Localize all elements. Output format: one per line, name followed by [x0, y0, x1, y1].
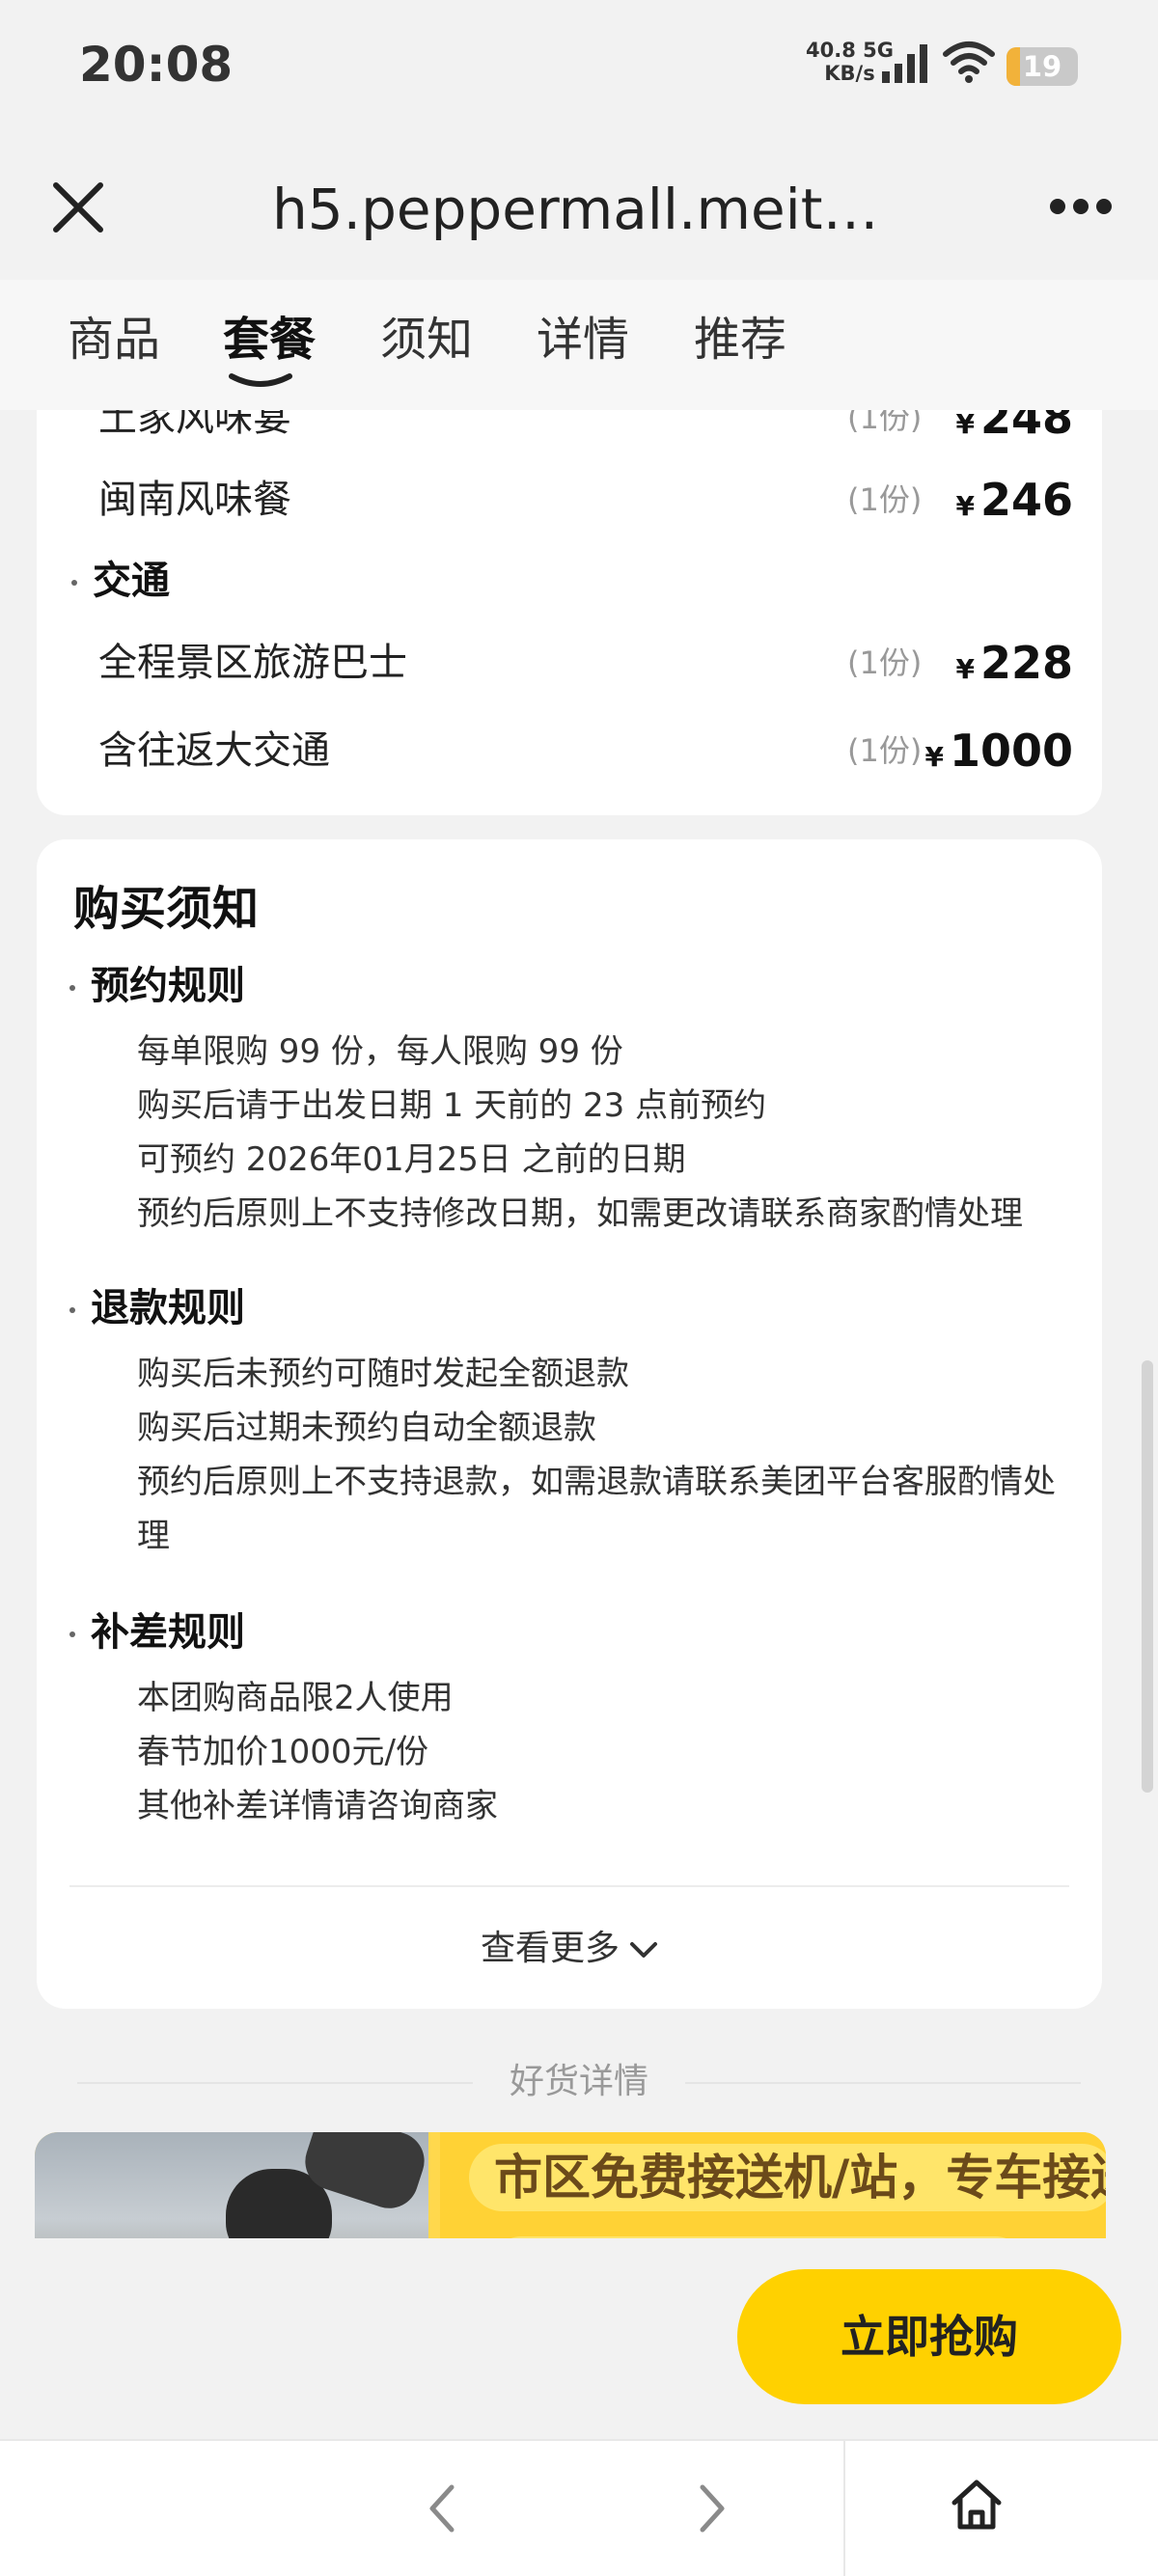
buy-now-button[interactable]: 立即抢购: [737, 2269, 1121, 2404]
bullet-dot: [71, 580, 77, 586]
notice-title: 购买须知: [73, 882, 260, 936]
divider: [69, 1885, 1069, 1887]
package-item-price: ¥1000: [924, 722, 1073, 786]
section-title-text: 预约规则: [91, 964, 245, 1008]
package-item-price: ¥228: [955, 634, 1073, 699]
net-speed-value: 40.8: [806, 39, 856, 62]
package-row: 土家风味宴 (1份) ¥248: [98, 410, 1073, 447]
home-icon[interactable]: [950, 2478, 1004, 2532]
package-item-name: 全程景区旅游巴士: [98, 641, 407, 685]
wifi-icon: [943, 41, 995, 83]
package-category-label: 交通: [93, 559, 170, 603]
chevron-right-icon[interactable]: [681, 2480, 739, 2537]
section-line: 可预约 2026年01月25日 之前的日期: [137, 1140, 686, 1179]
scroll-content[interactable]: 土家风味宴 (1份) ¥248 闽南风味餐 (1份) ¥246 交通 全程景区旅…: [0, 410, 1158, 2238]
more-dots-icon[interactable]: [1048, 193, 1114, 220]
section-line: 预约后原则上不支持退款，如需退款请联系美团平台客服酌情处理: [137, 1463, 1056, 1555]
tab-package[interactable]: 套餐: [223, 311, 316, 369]
purchase-notice-card: 购买须知 预约规则 每单限购 99 份，每人限购 99 份 购买后请于出发日期 …: [37, 839, 1102, 2009]
tab-notice[interactable]: 须知: [380, 311, 473, 369]
currency-symbol: ¥: [924, 741, 944, 773]
notice-section-surcharge: 补差规则 本团购商品限2人使用 春节加价1000元/份 其他补差详情请咨询商家: [69, 1603, 1083, 1833]
package-row: 含往返大交通 (1份) ¥1000: [98, 722, 1073, 780]
browser-title-bar: h5.peppermall.meitua...: [0, 135, 1158, 280]
price-value: 246: [979, 474, 1073, 526]
tab-recommend[interactable]: 推荐: [694, 311, 786, 369]
bullet-dot: [69, 985, 75, 991]
package-item-name: 含往返大交通: [98, 728, 330, 773]
package-item-qty: (1份): [847, 732, 923, 769]
currency-symbol: ¥: [955, 410, 975, 440]
package-item-qty: (1份): [847, 644, 923, 681]
package-row: 全程景区旅游巴士 (1份) ¥228: [98, 634, 1073, 692]
chevron-left-icon[interactable]: [415, 2480, 473, 2537]
package-item-price: ¥246: [955, 471, 1073, 535]
battery-icon: 19: [1006, 47, 1078, 86]
package-item-name: 闽南风味餐: [98, 478, 291, 522]
package-item-qty: (1份): [847, 410, 923, 436]
details-divider: 好货详情: [77, 2053, 1081, 2111]
price-value: 1000: [949, 725, 1073, 777]
section-line: 购买后未预约可随时发起全额退款: [137, 1355, 629, 1393]
currency-symbol: ¥: [955, 490, 975, 522]
scrollbar[interactable]: [1142, 1360, 1153, 1793]
section-line: 其他补差详情请咨询商家: [137, 1787, 498, 1825]
section-title: 退款规则: [69, 1279, 1083, 1337]
section-title-text: 退款规则: [91, 1286, 245, 1330]
package-item-price: ¥248: [955, 410, 1073, 453]
section-line: 购买后请于出发日期 1 天前的 23 点前预约: [137, 1086, 767, 1125]
package-row: 闽南风味餐 (1份) ¥246: [98, 471, 1073, 529]
price-value: 228: [979, 637, 1073, 689]
status-bar: 20:08 40.8 5G KB/s 19: [0, 0, 1158, 135]
nav-separator: [843, 2441, 845, 2576]
page-url-title: h5.peppermall.meitua...: [272, 177, 899, 242]
screen: 20:08 40.8 5G KB/s 19 h5.peppermall.meit…: [0, 0, 1158, 2576]
battery-level: 19: [1022, 50, 1062, 83]
details-divider-label: 好货详情: [509, 2062, 648, 2101]
see-more-button[interactable]: 查看更多: [37, 1915, 1102, 1983]
currency-symbol: ¥: [955, 653, 975, 685]
tab-active-indicator: [229, 373, 292, 387]
package-card: 土家风味宴 (1份) ¥248 闽南风味餐 (1份) ¥246 交通 全程景区旅…: [37, 410, 1102, 815]
see-more-label: 查看更多: [480, 1929, 620, 1968]
section-line: 本团购商品限2人使用: [137, 1679, 454, 1717]
package-item-name: 土家风味宴: [98, 410, 291, 440]
tab-goods[interactable]: 商品: [68, 311, 160, 369]
notice-section-refund: 退款规则 购买后未预约可随时发起全额退款 购买后过期未预约自动全额退款 预约后原…: [69, 1279, 1083, 1563]
section-line: 春节加价1000元/份: [137, 1733, 428, 1771]
package-category: 交通: [71, 552, 170, 610]
action-bar: 立即抢购: [0, 2238, 1158, 2439]
bullet-dot: [69, 1307, 75, 1313]
section-title: 预约规则: [69, 957, 1083, 1015]
close-icon[interactable]: [46, 176, 110, 239]
section-title-text: 补差规则: [91, 1610, 245, 1655]
tab-details[interactable]: 详情: [537, 311, 629, 369]
banner-text: 市区免费接送机/站，专车接送: [494, 2150, 1106, 2206]
notice-section-booking: 预约规则 每单限购 99 份，每人限购 99 份 购买后请于出发日期 1 天前的…: [69, 957, 1083, 1241]
chevron-down-icon: [630, 1942, 657, 1958]
status-time: 20:08: [79, 37, 234, 93]
section-title: 补差规则: [69, 1603, 1083, 1661]
details-banner-image: 市区免费接送机/站，专车接送: [35, 2132, 1106, 2238]
section-tabs: 商品 套餐 须知 详情 推荐: [0, 280, 1158, 410]
price-value: 248: [979, 410, 1073, 444]
package-item-qty: (1份): [847, 481, 923, 518]
bullet-dot: [69, 1631, 75, 1637]
section-line: 购买后过期未预约自动全额退款: [137, 1409, 596, 1447]
browser-nav-bar: [0, 2439, 1158, 2576]
section-line: 预约后原则上不支持修改日期，如需更改请联系商家酌情处理: [137, 1194, 1023, 1233]
section-line: 每单限购 99 份，每人限购 99 份: [137, 1032, 623, 1071]
signal-icon: [882, 44, 927, 83]
